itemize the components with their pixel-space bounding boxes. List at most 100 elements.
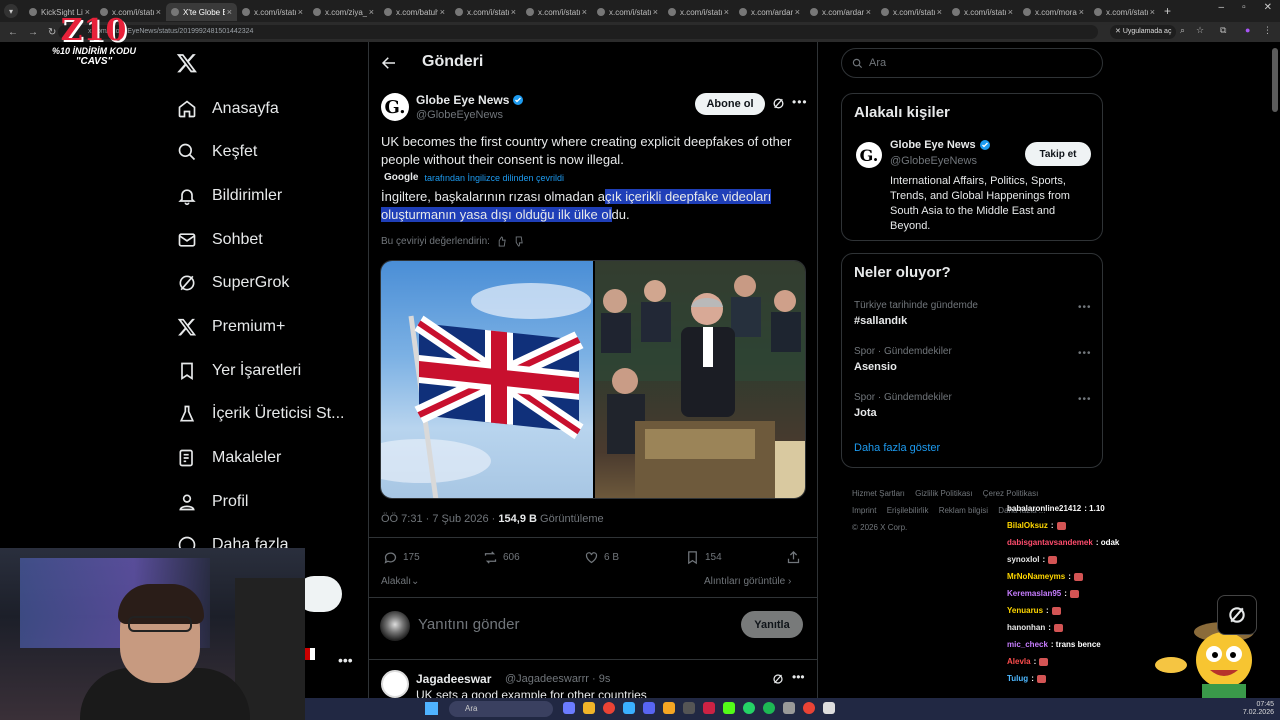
- parliament-photo[interactable]: [595, 261, 805, 498]
- trend-item[interactable]: Jota: [854, 407, 877, 419]
- chat-username[interactable]: BilalOksuz: [1007, 517, 1048, 534]
- reply-button[interactable]: Yanıtla: [741, 611, 803, 638]
- sidebar-item-bookmarks[interactable]: Yer İşaretleri: [176, 356, 301, 386]
- browser-tab[interactable]: x.com/i/status×: [663, 3, 734, 21]
- sidebar-item-notifications[interactable]: Bildirimler: [176, 181, 282, 211]
- sidebar-item-explore[interactable]: Keşfet: [176, 137, 257, 167]
- thumbs-up-icon[interactable]: [496, 236, 507, 247]
- chat-username[interactable]: hanonhan: [1007, 619, 1045, 636]
- close-tab-icon[interactable]: ×: [1079, 7, 1084, 17]
- maximize-icon[interactable]: ▫: [1242, 2, 1246, 13]
- open-in-app-button[interactable]: ✕ Uygulamada aç: [1110, 25, 1177, 39]
- chat-username[interactable]: Tulug: [1007, 670, 1028, 687]
- taskbar-search[interactable]: Ara: [449, 701, 553, 717]
- search-input[interactable]: Ara: [841, 48, 1103, 78]
- taskbar-app-icon[interactable]: [563, 702, 575, 714]
- discord-icon[interactable]: [643, 702, 655, 714]
- show-more-link[interactable]: Daha fazla göster: [854, 442, 940, 454]
- footer-link[interactable]: Erişilebilirlik: [887, 506, 929, 515]
- windows-start-icon[interactable]: [425, 702, 438, 715]
- chat-username[interactable]: Alevla: [1007, 653, 1031, 670]
- sidebar-item-articles[interactable]: Makaleler: [176, 443, 281, 473]
- close-tab-icon[interactable]: ×: [795, 7, 800, 17]
- footer-link[interactable]: Reklam bilgisi: [939, 506, 988, 515]
- forward-icon[interactable]: →: [28, 27, 40, 38]
- close-tab-icon[interactable]: ×: [937, 7, 942, 17]
- browser-tab[interactable]: x.com/i/status×: [237, 3, 308, 21]
- author-name[interactable]: Globe Eye News: [416, 93, 524, 107]
- whatsapp-icon[interactable]: [743, 702, 755, 714]
- close-tab-icon[interactable]: ×: [440, 7, 445, 17]
- close-window-icon[interactable]: ✕: [1264, 2, 1272, 13]
- post-more-icon[interactable]: •••: [792, 95, 808, 109]
- like-action[interactable]: 6 B: [584, 550, 619, 565]
- taskbar-app-icon[interactable]: [683, 702, 695, 714]
- footer-link[interactable]: Hizmet Şartları: [852, 489, 905, 498]
- author-handle[interactable]: @GlobeEyeNews: [416, 109, 503, 121]
- close-tab-icon[interactable]: ×: [1008, 7, 1013, 17]
- browser-tab[interactable]: x.com/batuhan×: [379, 3, 450, 21]
- reply-action[interactable]: 175: [383, 550, 420, 565]
- view-quotes-link[interactable]: Alıntıları görüntüle ›: [704, 576, 791, 587]
- minimize-icon[interactable]: –: [1219, 2, 1225, 13]
- spotify-icon[interactable]: [763, 702, 775, 714]
- page-scrollbar[interactable]: [1272, 48, 1278, 112]
- browser-tab-active[interactable]: X'te Globe Eye×: [166, 3, 237, 21]
- url-field[interactable]: x.com/GlobeEyeNews/status/20199924815014…: [58, 25, 1098, 39]
- chat-username[interactable]: Keremaslan95: [1007, 585, 1061, 602]
- reply-more-icon[interactable]: •••: [792, 670, 805, 684]
- kick-icon[interactable]: [723, 702, 735, 714]
- browser-tab[interactable]: x.com/ziya_o×: [308, 3, 379, 21]
- close-tab-icon[interactable]: ×: [511, 7, 516, 17]
- grok-icon[interactable]: [772, 97, 785, 110]
- tab-menu-button[interactable]: ▾: [4, 4, 18, 18]
- bookmark-action[interactable]: 154: [685, 550, 722, 565]
- sidebar-item-creator-studio[interactable]: İçerik Üreticisi St...: [176, 399, 344, 429]
- repost-action[interactable]: 606: [483, 550, 520, 565]
- trend-item[interactable]: Asensio: [854, 361, 897, 373]
- profile-icon[interactable]: ●: [1245, 25, 1250, 35]
- taskbar-clock[interactable]: 07:45 7.02.2026: [1243, 701, 1274, 717]
- chat-username[interactable]: babalaronline21412: [1007, 500, 1081, 517]
- related-person-name[interactable]: Globe Eye News: [890, 139, 991, 151]
- sidebar-item-messages[interactable]: Sohbet: [176, 225, 263, 255]
- chrome-icon[interactable]: [603, 702, 615, 714]
- close-tab-icon[interactable]: ×: [866, 7, 871, 17]
- footer-link[interactable]: Imprint: [852, 506, 876, 515]
- browser-tab[interactable]: x.com/i/status×: [1089, 3, 1160, 21]
- related-person-handle[interactable]: @GlobeEyeNews: [890, 155, 977, 167]
- taskbar-app-icon[interactable]: [703, 702, 715, 714]
- new-tab-button[interactable]: +: [1164, 4, 1171, 18]
- back-icon[interactable]: ←: [8, 27, 20, 38]
- chat-username[interactable]: dabisgantavsandemek: [1007, 534, 1093, 551]
- x-logo-icon[interactable]: [176, 52, 198, 79]
- extensions-icon[interactable]: ⧉: [1220, 25, 1226, 36]
- browser-tab[interactable]: x.com/ardanz×: [734, 3, 805, 21]
- related-dropdown[interactable]: Alakalı⌄: [381, 576, 419, 587]
- browser-menu-icon[interactable]: ⋮: [1263, 25, 1272, 36]
- reply-author-handle[interactable]: @Jagadeeswarrr · 9s: [505, 673, 610, 685]
- close-tab-icon[interactable]: ×: [724, 7, 729, 17]
- zoom-icon[interactable]: ⌕: [1180, 25, 1185, 36]
- grok-icon[interactable]: [772, 672, 784, 690]
- star-icon[interactable]: ☆: [1196, 25, 1204, 36]
- subscribe-button[interactable]: Abone ol: [695, 93, 765, 115]
- taskbar-app-icon[interactable]: [823, 702, 835, 714]
- sidebar-item-profile[interactable]: Profil: [176, 487, 248, 517]
- post-time[interactable]: ÖÖ 7:31 · 7 Şub 2026 ·: [381, 513, 495, 525]
- trend-more-icon[interactable]: •••: [1078, 302, 1092, 313]
- reply-author-avatar[interactable]: [381, 670, 409, 698]
- browser-tab[interactable]: x.com/i/status×: [592, 3, 663, 21]
- translation-note[interactable]: tarafından İngilizce dilinden çevrildi: [424, 173, 564, 183]
- share-action[interactable]: [786, 550, 801, 565]
- browser-tab[interactable]: x.com/moram×: [1018, 3, 1089, 21]
- browser-tab[interactable]: x.com/i/status×: [450, 3, 521, 21]
- my-avatar[interactable]: [380, 611, 410, 641]
- follow-button[interactable]: Takip et: [1025, 142, 1091, 166]
- edge-icon[interactable]: [623, 702, 635, 714]
- chat-username[interactable]: MrNoNameyms: [1007, 568, 1065, 585]
- reply-input[interactable]: Yanıtını gönder: [418, 616, 519, 633]
- uk-flag-photo[interactable]: [381, 261, 593, 498]
- close-tab-icon[interactable]: ×: [298, 7, 303, 17]
- taskbar-app-icon[interactable]: [663, 702, 675, 714]
